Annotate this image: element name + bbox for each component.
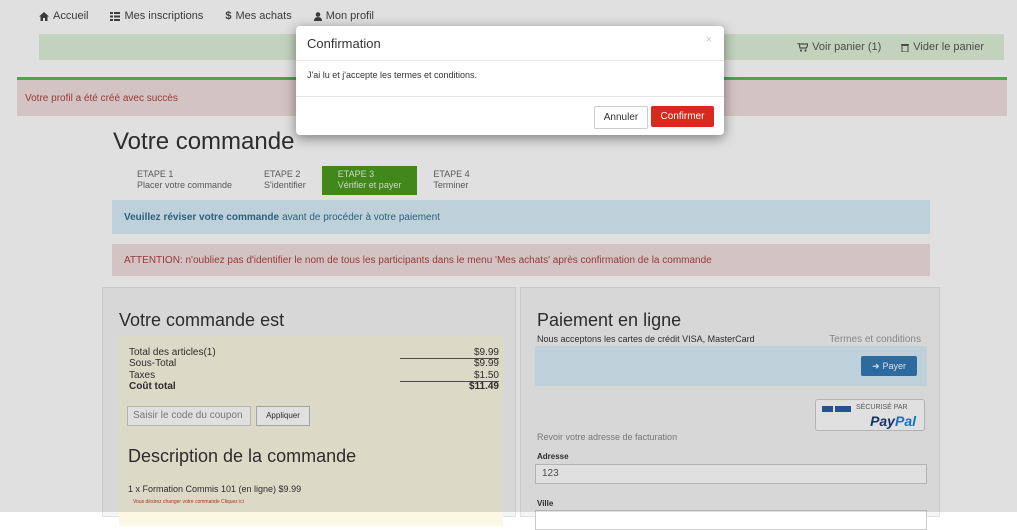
confirm-button[interactable]: Confirmer — [651, 106, 714, 127]
modal-divider — [296, 96, 724, 97]
confirmation-modal: Confirmation × J'ai lu et j'accepte les … — [296, 26, 724, 135]
modal-title: Confirmation — [307, 36, 381, 51]
close-icon[interactable]: × — [706, 34, 712, 46]
modal-divider — [296, 60, 724, 61]
city-field[interactable] — [535, 510, 927, 530]
cancel-button[interactable]: Annuler — [594, 106, 648, 129]
modal-body-text: J'ai lu et j'accepte les termes et condi… — [307, 70, 478, 80]
